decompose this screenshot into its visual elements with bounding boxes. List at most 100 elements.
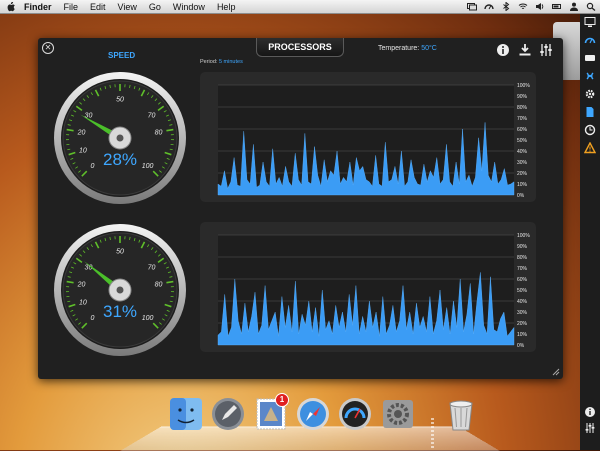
speed-gauge-percent: 28% (50, 150, 190, 170)
y-tick-label: 30% (517, 310, 528, 316)
gauge-tick (110, 85, 111, 88)
apple-menu-icon[interactable] (6, 2, 16, 12)
y-tick-label: 40% (517, 299, 528, 305)
speed-label: SPEED (108, 51, 135, 60)
y-tick-label: 10% (517, 332, 528, 338)
wifi-signal-icon[interactable] (584, 70, 596, 82)
menu-edit[interactable]: Edit (90, 2, 106, 12)
sidebar-settings-icon[interactable] (584, 422, 596, 434)
disk-icon[interactable] (584, 52, 596, 64)
system-preferences-gear-icon (380, 396, 416, 432)
trash-icon (443, 396, 479, 432)
gauge-tick-label: 20 (77, 129, 86, 136)
resize-handle-icon[interactable] (552, 368, 560, 376)
warning-icon[interactable] (584, 142, 596, 154)
speed-gauge-1: 0102030507080100 28% (50, 68, 190, 208)
gauge-tick (110, 237, 111, 240)
document-icon[interactable] (584, 106, 596, 118)
dock-launchpad[interactable] (210, 396, 246, 432)
y-tick-label: 60% (517, 277, 528, 283)
cpu-usage-chart: 100% 90% 80% 70% 60% 50% 40% 30% 20% 10% 0% (200, 72, 536, 202)
info-icon[interactable] (496, 43, 510, 57)
y-tick-label: 70% (517, 266, 528, 272)
speed-gauge-dial: 0102030507080100 (50, 220, 190, 360)
gauge-tick-label: 20 (77, 281, 86, 288)
period-label: Period: (200, 59, 217, 65)
y-tick-label: 0% (517, 193, 525, 199)
gauge-tick (130, 237, 131, 240)
dock-trash[interactable] (443, 396, 479, 432)
temperature-label: Temperature: (378, 45, 419, 52)
battery-icon[interactable] (552, 2, 562, 11)
menu-file[interactable]: File (64, 2, 79, 12)
dock-separator (431, 418, 434, 448)
y-tick-label: 90% (517, 244, 528, 250)
gauge-tick-label: 50 (116, 249, 124, 256)
speed-gauge-2: 0102030507080100 31% (50, 220, 190, 360)
spotlight-search-icon[interactable] (586, 2, 596, 11)
temperature-readout: Temperature: 50°C (378, 45, 437, 52)
dock-mail[interactable]: 1 (253, 396, 289, 432)
y-tick-label: 40% (517, 149, 528, 155)
launchpad-rocket-icon (210, 396, 246, 432)
y-tick-label: 50% (517, 288, 528, 294)
speed-gauge-percent: 31% (50, 302, 190, 322)
gauge-tick (130, 85, 131, 88)
gear-icon[interactable] (584, 88, 596, 100)
menu-window[interactable]: Window (173, 2, 205, 12)
gauge-tick (166, 282, 173, 283)
cpu-usage-graph-2: 100%90%80%70%60%50%40%30%20%10%0% (200, 222, 536, 352)
dock-finder[interactable] (168, 396, 204, 432)
y-tick-label: 80% (517, 255, 528, 261)
y-tick-label: 10% (517, 182, 528, 188)
y-tick-label: 60% (517, 127, 528, 133)
cpu-monitor-icon[interactable] (484, 2, 494, 11)
mail-badge: 1 (275, 393, 289, 407)
y-tick-label: 90% (517, 94, 528, 100)
cpu-usage-graph-1: 100% 90% 80% 70% 60% 50% 40% 30% 20% 10% 0% (200, 72, 536, 202)
temperature-value: 50°C (421, 45, 437, 52)
volume-icon[interactable] (535, 2, 545, 11)
y-tick-label: 50% (517, 138, 528, 144)
menu-bar: Finder File Edit View Go Window Help (0, 0, 600, 14)
y-tick-label: 80% (517, 105, 528, 111)
period-value[interactable]: 5 minutes (219, 59, 243, 65)
y-tick-label: 70% (517, 116, 528, 122)
user-icon[interactable] (569, 2, 579, 11)
processors-window: ✕ PROCESSORS SPEED Period: 5 minutes Tem… (38, 38, 563, 379)
gauge-tick-label: 50 (116, 97, 124, 104)
menu-finder[interactable]: Finder (24, 2, 52, 12)
speed-gauge-dial: 0102030507080100 (50, 68, 190, 208)
y-tick-label: 100% (517, 83, 530, 89)
window-switch-icon[interactable] (467, 2, 477, 11)
menu-go[interactable]: Go (149, 2, 161, 12)
y-tick-label: 100% (517, 233, 530, 239)
speedometer-app-icon (337, 396, 373, 432)
gauge-tick (67, 130, 74, 131)
gauge-tick-label: 70 (148, 265, 156, 272)
gauge-tick-label: 80 (155, 129, 163, 136)
gauge-tick-label: 70 (148, 113, 156, 120)
menu-view[interactable]: View (118, 2, 137, 12)
right-sidebar (580, 14, 600, 450)
wifi-icon[interactable] (518, 2, 528, 11)
download-icon[interactable] (518, 43, 532, 57)
bluetooth-icon[interactable] (501, 2, 511, 11)
dock-safari[interactable] (295, 396, 331, 432)
clock-icon[interactable] (584, 124, 596, 136)
sidebar-info-icon[interactable] (584, 406, 596, 418)
dock-system-preferences[interactable] (380, 396, 416, 432)
cpu-usage-chart: 100%90%80%70%60%50%40%30%20%10%0% (200, 222, 536, 352)
monitor-icon[interactable] (584, 16, 596, 28)
y-tick-label: 0% (517, 343, 525, 349)
safari-compass-icon (295, 396, 331, 432)
dock-system-monitor[interactable] (337, 396, 373, 432)
menu-extras (467, 0, 596, 13)
speed-gauge-icon[interactable] (584, 34, 596, 46)
y-tick-label: 20% (517, 171, 528, 177)
close-window-button[interactable]: ✕ (42, 42, 54, 54)
gauge-tick-label: 30 (85, 265, 93, 272)
menu-help[interactable]: Help (217, 2, 236, 12)
settings-sliders-icon[interactable] (539, 43, 553, 57)
y-tick-label: 30% (517, 160, 528, 166)
